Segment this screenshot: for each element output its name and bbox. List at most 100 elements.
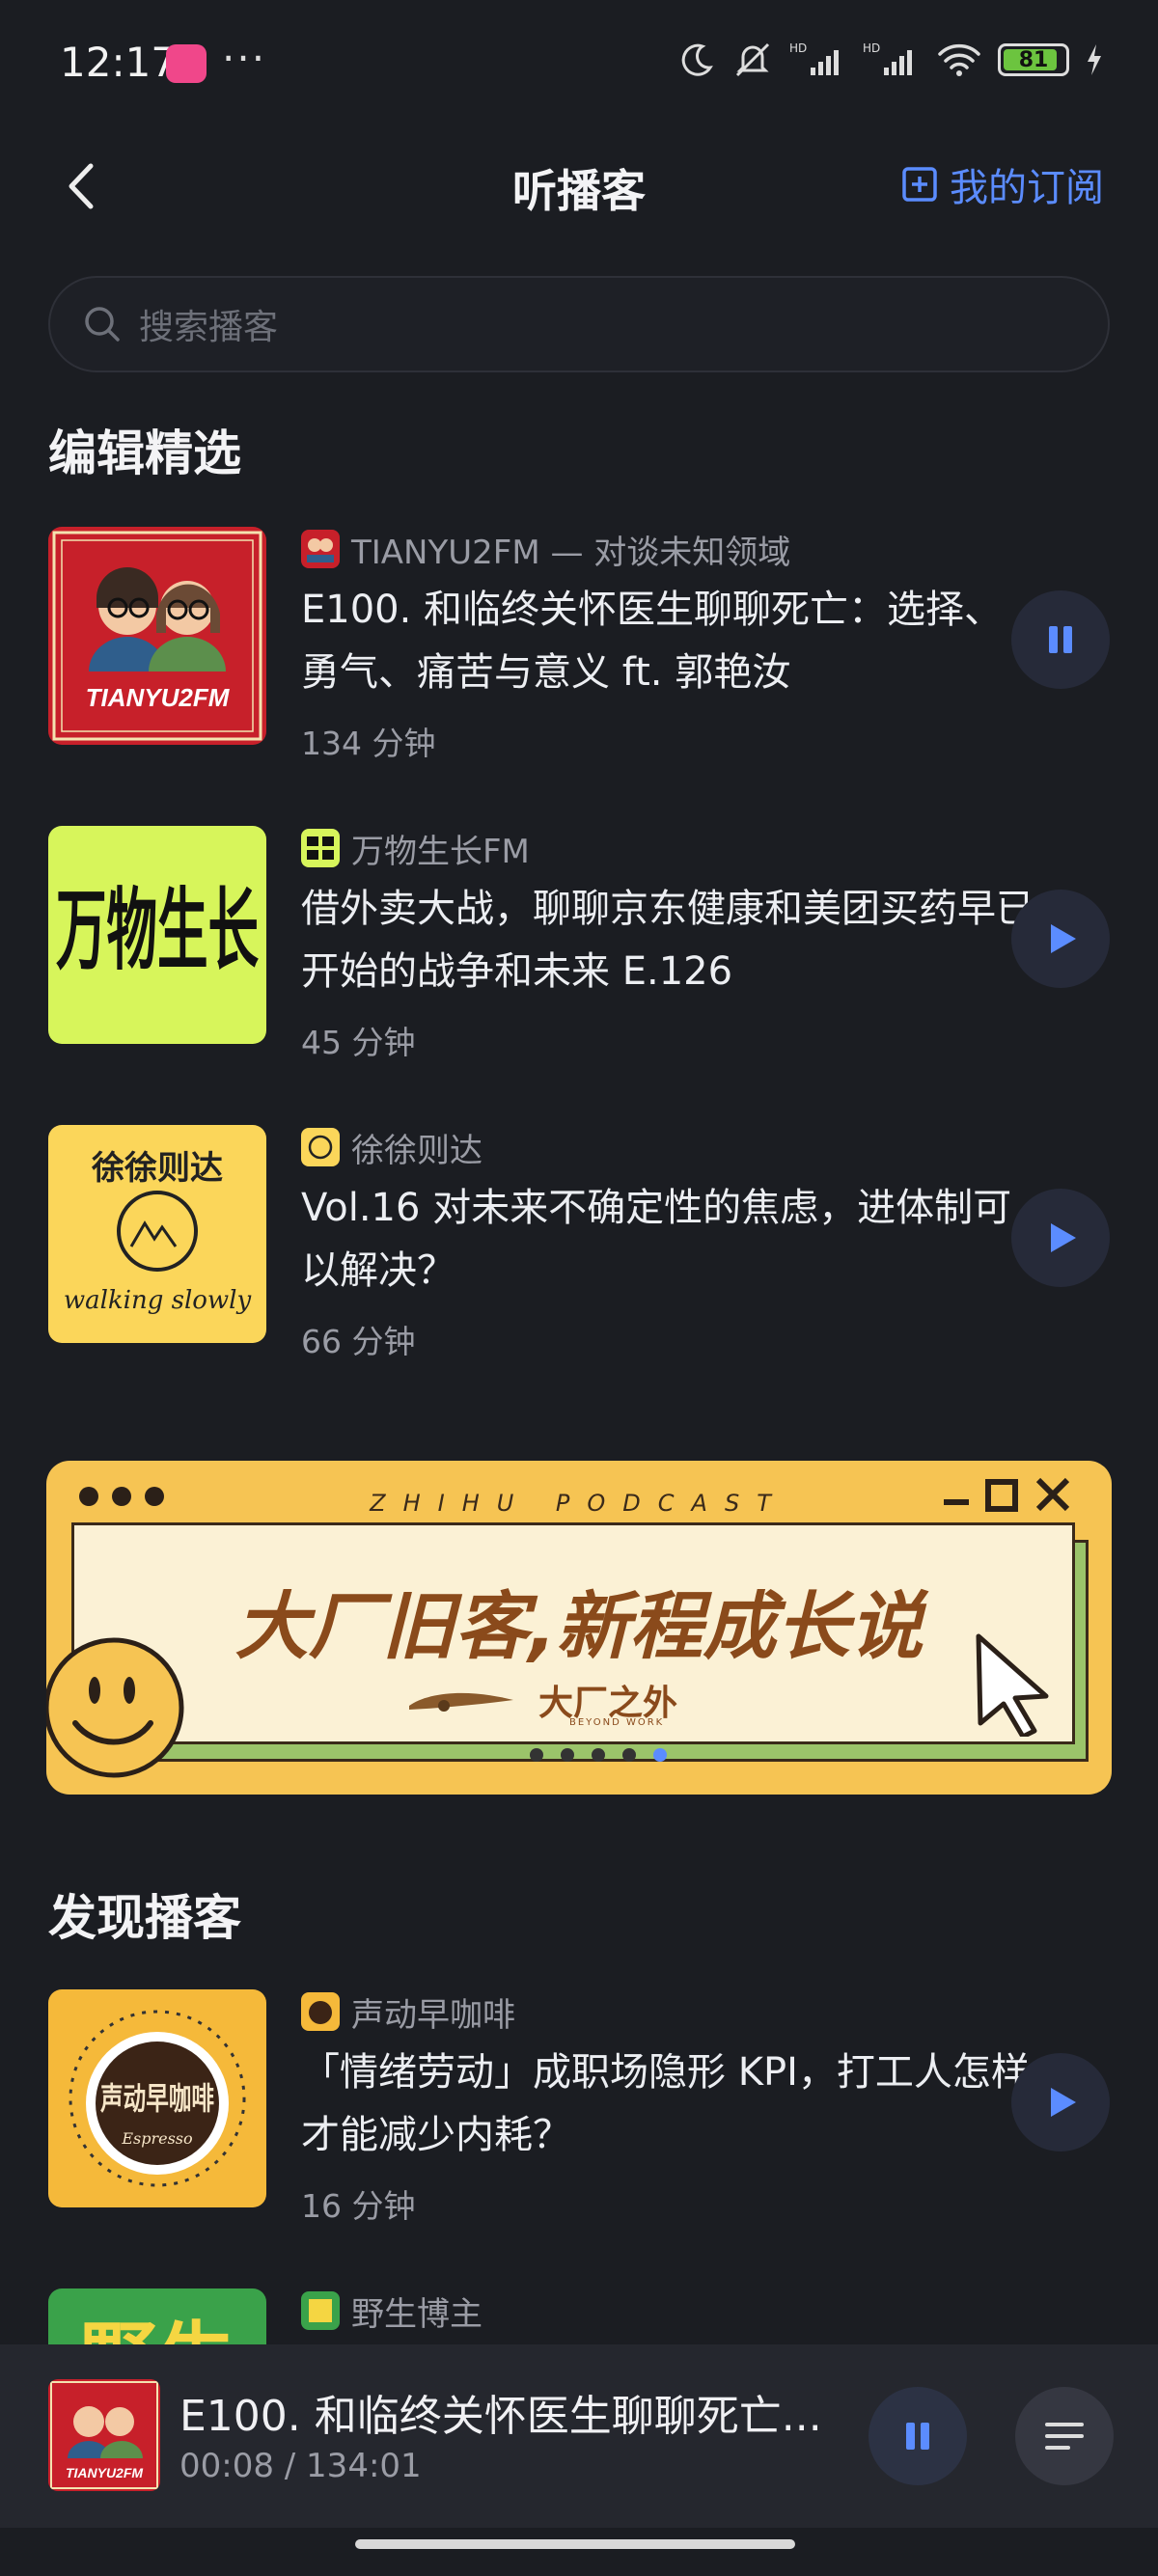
podcast-row: 声动早咖啡 xyxy=(301,1989,1034,2035)
cover-image: 野生 xyxy=(48,2288,266,2344)
podcast-logo xyxy=(301,2291,340,2330)
episode-title: Vol.16 对未来不确定性的焦虑，进体制可以解决？ xyxy=(301,1186,1012,1293)
podcast-logo xyxy=(301,530,340,568)
hd-signal-icon: HD xyxy=(789,41,839,75)
bilibili-icon xyxy=(166,44,207,83)
episode-item[interactable]: TIANYU2FM TIANYU2FM — 对谈未知领域 E100. 和临终关怀… xyxy=(48,527,1110,768)
episode-title: 借外卖大战，聊聊京东健康和美团买药早已开始的战争和未来 E.126 xyxy=(301,887,1034,994)
podcast-name: 徐徐则达 xyxy=(351,1131,482,1170)
cover-image: 声动早咖啡 Espresso xyxy=(48,1989,266,2207)
battery-icon: 81 xyxy=(998,43,1069,76)
search-icon xyxy=(85,307,120,342)
mini-player[interactable]: TIANYU2FM E100. 和临终关怀医生聊聊死亡... 00:08 / 1… xyxy=(0,2344,1158,2528)
search-placeholder: 搜索播客 xyxy=(139,308,279,347)
play-icon xyxy=(1051,2088,1076,2117)
podcast-name: 野生博主 xyxy=(351,2294,482,2334)
episode-text: 万物生长FM 借外卖大战，聊聊京东健康和美团买药早已开始的战争和未来 E.126… xyxy=(301,826,1034,1063)
episode-item[interactable]: 声动早咖啡 Espresso 声动早咖啡 「情绪劳动」成职场隐形 KPI，打工人… xyxy=(48,1989,1110,2231)
episode-title: 「情绪劳动」成职场隐形 KPI，打工人怎样才能减少内耗？ xyxy=(301,2050,1030,2157)
episode-text: 野生博主 xyxy=(301,2288,1034,2334)
search-input[interactable]: 搜索播客 xyxy=(48,276,1110,372)
cover-label: 万物生长 xyxy=(56,879,259,982)
hd-signal-icon: HD xyxy=(863,41,912,75)
episode-duration: 16 分钟 xyxy=(301,2187,416,2225)
pause-icon xyxy=(1049,626,1072,653)
cover-sublabel: Espresso xyxy=(121,2129,192,2148)
my-subscriptions-button[interactable]: 我的订阅 xyxy=(901,156,1104,212)
player-cover-label: TIANYU2FM xyxy=(66,2465,143,2480)
status-bar: 12:17 ··· HD HD 81 xyxy=(0,0,1158,135)
subscribe-icon xyxy=(902,167,937,202)
episode-text: 声动早咖啡 「情绪劳动」成职场隐形 KPI，打工人怎样才能减少内耗？ 16 分钟 xyxy=(301,1989,1034,2227)
status-time: 12:17 xyxy=(60,39,178,86)
charging-icon xyxy=(1088,44,1101,75)
player-pause-button[interactable] xyxy=(868,2387,967,2485)
battery-level: 81 xyxy=(1018,47,1049,72)
carousel-dot[interactable] xyxy=(622,1748,636,1762)
episode-text: TIANYU2FM — 对谈未知领域 E100. 和临终关怀医生聊聊死亡：选择、… xyxy=(301,527,1034,764)
banner-brand-sub: BEYOND WORK xyxy=(569,1717,665,1728)
home-indicator[interactable] xyxy=(355,2539,795,2549)
cover-image: 万物生长 xyxy=(48,826,266,1044)
cover-image: 徐徐则达 walking slowly xyxy=(48,1125,266,1343)
podcast-name: TIANYU2FM — 对谈未知领域 xyxy=(351,533,791,572)
cursor-icon xyxy=(976,1633,1049,1737)
episode-duration: 134 分钟 xyxy=(301,725,436,762)
gesture-area xyxy=(0,2528,1158,2576)
editor-picks-title: 编辑精选 xyxy=(48,425,241,481)
svg-text:HD: HD xyxy=(789,41,807,55)
play-icon xyxy=(1051,924,1076,953)
pause-icon xyxy=(906,2423,929,2450)
banner-headline: 大厂旧客,新程成长说 xyxy=(234,1583,924,1669)
carousel-dot[interactable] xyxy=(592,1748,605,1762)
play-button[interactable] xyxy=(1011,1189,1110,1287)
cover-label: 野生 xyxy=(80,2314,234,2344)
carousel-indicator xyxy=(46,1748,1112,1762)
podcast-row: 徐徐则达 xyxy=(301,1125,1034,1170)
episode-item[interactable]: 野生 野生博主 xyxy=(48,2288,1110,2344)
episode-item[interactable]: 万物生长 万物生长FM 借外卖大战，聊聊京东健康和美团买药早已开始的战争和未来 … xyxy=(48,826,1110,1067)
status-icons: HD HD 81 xyxy=(677,41,1104,79)
podcast-logo xyxy=(301,1128,340,1166)
smiley-icon xyxy=(46,1637,184,1778)
player-time: 00:08 / 134:01 xyxy=(179,2447,422,2485)
podcast-logo xyxy=(301,1992,340,2031)
carousel-dot-active[interactable] xyxy=(653,1748,667,1762)
episode-item[interactable]: 徐徐则达 walking slowly 徐徐则达 Vol.16 对未来不确定性的… xyxy=(48,1125,1110,1366)
banner-scroll-icon xyxy=(409,1692,513,1712)
carousel-dot[interactable] xyxy=(561,1748,574,1762)
podcast-name: 声动早咖啡 xyxy=(351,1995,515,2035)
pause-button[interactable] xyxy=(1011,590,1110,689)
episode-text: 徐徐则达 Vol.16 对未来不确定性的焦虑，进体制可以解决？ 66 分钟 xyxy=(301,1125,1034,1362)
podcast-logo xyxy=(301,829,340,867)
playlist-icon xyxy=(1045,2423,1084,2450)
podcast-row: TIANYU2FM — 对谈未知领域 xyxy=(301,527,1034,572)
episode-title: E100. 和临终关怀医生聊聊死亡：选择、勇气、痛苦与意义 ft. 郭艳汝 xyxy=(301,588,1004,695)
cover-sublabel: walking slowly xyxy=(64,1286,252,1315)
more-notifications-icon: ··· xyxy=(222,35,267,82)
svg-text:HD: HD xyxy=(863,41,880,55)
moon-icon xyxy=(681,43,713,76)
cover-label: TIANYU2FM xyxy=(86,683,231,712)
player-cover: TIANYU2FM xyxy=(48,2379,160,2491)
my-subscriptions-label: 我的订阅 xyxy=(950,166,1104,210)
top-nav: 听播客 我的订阅 xyxy=(0,135,1158,241)
podcast-row: 万物生长FM xyxy=(301,826,1034,871)
playlist-button[interactable] xyxy=(1015,2387,1114,2485)
mute-icon xyxy=(735,42,770,77)
discover-title: 发现播客 xyxy=(48,1890,241,1946)
wifi-icon xyxy=(938,43,980,76)
podcast-name: 万物生长FM xyxy=(351,832,530,871)
carousel-dot[interactable] xyxy=(530,1748,543,1762)
play-button[interactable] xyxy=(1011,2053,1110,2151)
podcast-row: 野生博主 xyxy=(301,2288,1034,2334)
cover-image: TIANYU2FM xyxy=(48,527,266,745)
episode-duration: 66 分钟 xyxy=(301,1323,416,1360)
episode-duration: 45 分钟 xyxy=(301,1024,416,1061)
window-controls-icon xyxy=(944,1477,1070,1512)
play-icon xyxy=(1051,1223,1076,1252)
play-button[interactable] xyxy=(1011,890,1110,988)
player-title: E100. 和临终关怀医生聊聊死亡... xyxy=(179,2392,822,2441)
promo-banner[interactable]: ZHIHU PODCAST 大厂旧客,新程成长说 大厂之外 BEYOND WOR… xyxy=(46,1461,1112,1795)
cover-label: 徐徐则达 xyxy=(91,1149,223,1188)
